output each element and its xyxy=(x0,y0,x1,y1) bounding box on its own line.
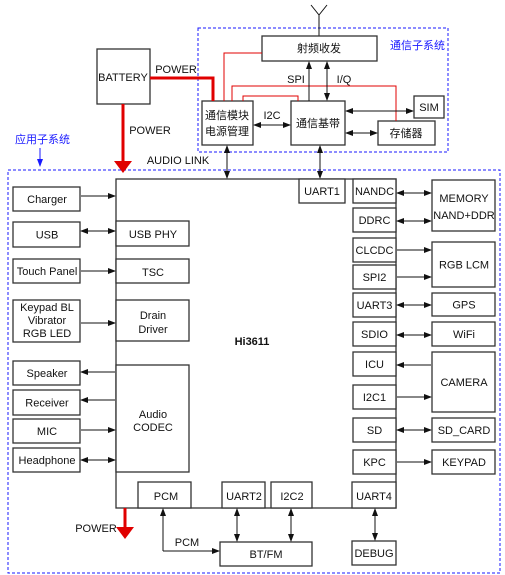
wifi-label: WiFi xyxy=(453,329,475,341)
gps-label: GPS xyxy=(452,299,475,311)
keypad-label: KEYPAD xyxy=(442,457,486,469)
uart3-label: UART3 xyxy=(357,300,393,312)
memory-label: MEMORY xyxy=(439,193,489,205)
drain-driver-label: Driver xyxy=(138,324,168,336)
audio-link-label: AUDIO LINK xyxy=(147,155,210,167)
uart4-label: UART4 xyxy=(356,491,392,503)
receiver-label: Receiver xyxy=(25,397,69,409)
camera-label: CAMERA xyxy=(440,377,488,389)
comm-subsystem-title: 通信子系统 xyxy=(390,39,445,52)
usb-phy-label: USB PHY xyxy=(129,229,178,241)
spi2-label: SPI2 xyxy=(363,272,387,284)
app-subsystem-title: 应用子系统 xyxy=(15,132,70,146)
comm-pmu-box xyxy=(201,100,254,146)
baseband-label: 通信基带 xyxy=(296,117,340,130)
sd-label: SD xyxy=(367,425,382,437)
audio-codec-label: Audio xyxy=(139,409,167,421)
keypad-bl-label: RGB LED xyxy=(23,328,71,340)
uart1-label: UART1 xyxy=(304,186,340,198)
antenna-icon xyxy=(310,4,328,36)
mic-label: MIC xyxy=(37,426,57,438)
storage-label: 存储器 xyxy=(390,126,423,140)
sd-card-label: SD_CARD xyxy=(438,425,491,437)
charger-label: Charger xyxy=(27,194,67,206)
clcdc-label: CLCDC xyxy=(356,245,394,257)
ddrc-label: DDRC xyxy=(359,215,391,227)
comm-pmu-label: 通信模块 xyxy=(205,109,249,122)
pcm-label: PCM xyxy=(154,491,178,503)
drain-driver-label: Drain xyxy=(140,310,166,322)
rf-transceiver-label: 射频收发 xyxy=(297,41,341,55)
uart2-label: UART2 xyxy=(226,491,262,503)
pcm-link-label: PCM xyxy=(175,537,199,549)
icu-label: ICU xyxy=(365,359,384,371)
spi-label: SPI xyxy=(287,74,305,86)
chip-name: Hi3611 xyxy=(235,336,270,348)
speaker-label: Speaker xyxy=(27,368,68,380)
touch-panel-label: Touch Panel xyxy=(17,266,78,278)
comm-pmu-label: 电源管理 xyxy=(205,124,249,138)
i2c-label: I2C xyxy=(263,110,280,122)
i2c2-label: I2C2 xyxy=(280,491,303,503)
power-line xyxy=(223,52,262,101)
power-label: POWER xyxy=(75,523,117,535)
rgb-lcm-label: RGB LCM xyxy=(439,259,489,271)
sdio-label: SDIO xyxy=(361,329,388,341)
audio-codec-label: CODEC xyxy=(133,422,173,434)
memory-box xyxy=(431,179,496,232)
sim-label: SIM xyxy=(419,102,439,114)
memory-label: NAND+DDR xyxy=(433,210,494,222)
nandc-label: NANDC xyxy=(355,186,394,198)
tsc-label: TSC xyxy=(142,267,164,279)
power-label: POWER xyxy=(129,125,171,137)
debug-label: DEBUG xyxy=(354,548,393,560)
headphone-label: Headphone xyxy=(19,455,76,467)
power-line xyxy=(242,95,299,101)
battery-power-line xyxy=(150,76,215,101)
power-label: POWER xyxy=(155,64,197,76)
kpc-label: KPC xyxy=(363,457,386,469)
btfm-label: BT/FM xyxy=(250,549,283,561)
usb-label: USB xyxy=(36,229,59,241)
keypad-bl-label: Vibrator xyxy=(28,315,67,327)
keypad-bl-label: Keypad BL xyxy=(20,302,74,314)
i2c1-label: I2C1 xyxy=(363,392,386,404)
iq-label: I/Q xyxy=(337,74,352,86)
battery-label: BATTERY xyxy=(98,72,148,84)
block-diagram: 通信子系统 应用子系统 射频收发 通信模块 电源管理 通信基带 SIM 存储器 … xyxy=(7,4,501,574)
